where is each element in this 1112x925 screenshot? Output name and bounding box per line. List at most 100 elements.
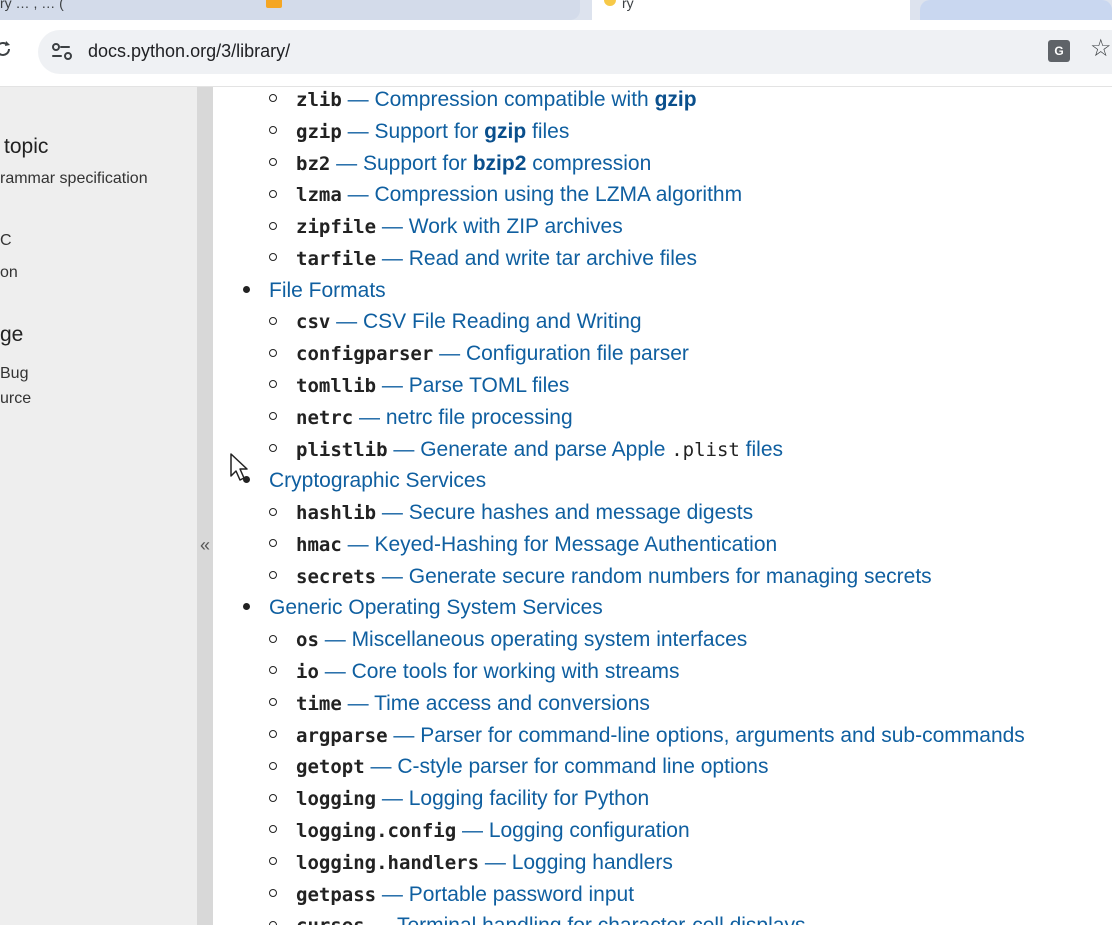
module-name[interactable]: os bbox=[296, 629, 319, 651]
toc-module-item[interactable]: secrets — Generate secure random numbers… bbox=[269, 562, 932, 592]
toc-category[interactable]: File Formats bbox=[243, 276, 386, 306]
module-name[interactable]: gzip bbox=[296, 121, 342, 143]
description-emphasis[interactable]: gzip bbox=[484, 120, 526, 143]
url-text[interactable]: docs.python.org/3/library/ bbox=[88, 41, 290, 62]
address-bar[interactable]: docs.python.org/3/library/ bbox=[38, 30, 1112, 74]
sidebar-link-grammar[interactable]: rammar specification bbox=[0, 170, 148, 188]
toc-module-item[interactable]: hashlib — Secure hashes and message dige… bbox=[269, 498, 753, 528]
module-name[interactable]: tarfile bbox=[296, 248, 376, 270]
module-name[interactable]: csv bbox=[296, 311, 330, 333]
site-info-icon[interactable] bbox=[52, 42, 72, 62]
module-description[interactable]: Logging configuration bbox=[489, 819, 690, 842]
toc-module-item[interactable]: gzip — Support for gzip files bbox=[269, 117, 569, 147]
module-description[interactable]: Parser for command-line options, argumen… bbox=[420, 724, 1025, 747]
module-name[interactable]: getpass bbox=[296, 884, 376, 906]
module-description[interactable]: Generate and parse Apple bbox=[420, 438, 671, 461]
toc-module-item[interactable]: tomllib — Parse TOML files bbox=[269, 371, 569, 401]
toc-module-item[interactable]: lzma — Compression using the LZMA algori… bbox=[269, 180, 742, 210]
sidebar-collapse-bar[interactable]: « bbox=[197, 87, 213, 925]
toc-module-item[interactable]: logging.config — Logging configuration bbox=[269, 816, 690, 846]
toc-module-item[interactable]: plistlib — Generate and parse Apple .pli… bbox=[269, 435, 783, 465]
module-description[interactable]: Miscellaneous operating system interface… bbox=[352, 628, 748, 651]
module-description[interactable]: Compression compatible with bbox=[374, 88, 654, 111]
category-link[interactable]: File Formats bbox=[269, 279, 386, 302]
module-description[interactable]: Support for bbox=[363, 152, 473, 175]
inline-code[interactable]: .plist bbox=[671, 439, 740, 461]
module-description[interactable]: C-style parser for command line options bbox=[397, 755, 768, 778]
toc-module-item[interactable]: time — Time access and conversions bbox=[269, 689, 650, 719]
star-icon[interactable]: ☆ bbox=[1090, 34, 1112, 64]
module-name[interactable]: argparse bbox=[296, 725, 388, 747]
toc-module-item[interactable]: bz2 — Support for bzip2 compression bbox=[269, 149, 651, 179]
toc-module-item[interactable]: getopt — C-style parser for command line… bbox=[269, 752, 768, 782]
toc-module-item[interactable]: netrc — netrc file processing bbox=[269, 403, 573, 433]
toc-category[interactable]: Generic Operating System Services bbox=[243, 593, 603, 623]
toc-module-item[interactable]: zipfile — Work with ZIP archives bbox=[269, 212, 623, 242]
module-description[interactable]: Core tools for working with streams bbox=[352, 660, 680, 683]
module-name[interactable]: netrc bbox=[296, 407, 353, 429]
module-description[interactable]: Keyed-Hashing for Message Authentication bbox=[374, 533, 777, 556]
module-name[interactable]: getopt bbox=[296, 756, 365, 778]
module-description[interactable]: Time access and conversions bbox=[374, 692, 650, 715]
module-description[interactable]: files bbox=[740, 438, 783, 461]
module-name[interactable]: secrets bbox=[296, 566, 376, 588]
toc-module-item[interactable]: tarfile — Read and write tar archive fil… bbox=[269, 244, 697, 274]
tab-1[interactable]: ry … , … ( bbox=[0, 0, 580, 20]
toc-module-item[interactable]: csv — CSV File Reading and Writing bbox=[269, 307, 642, 337]
module-name[interactable]: zipfile bbox=[296, 216, 376, 238]
module-name[interactable]: logging.handlers bbox=[296, 852, 479, 874]
sidebar-link-on[interactable]: on bbox=[0, 264, 18, 282]
module-description[interactable]: netrc file processing bbox=[386, 406, 573, 429]
module-name[interactable]: curses bbox=[296, 915, 365, 925]
module-name[interactable]: hmac bbox=[296, 534, 342, 556]
module-description[interactable]: CSV File Reading and Writing bbox=[363, 310, 642, 333]
module-description[interactable]: Logging handlers bbox=[512, 851, 673, 874]
module-name[interactable]: bz2 bbox=[296, 153, 330, 175]
module-description[interactable]: Work with ZIP archives bbox=[409, 215, 623, 238]
module-name[interactable]: lzma bbox=[296, 184, 342, 206]
toc-module-item[interactable]: argparse — Parser for command-line optio… bbox=[269, 721, 1025, 751]
module-name[interactable]: plistlib bbox=[296, 439, 388, 461]
toc-module-item[interactable]: io — Core tools for working with streams bbox=[269, 657, 680, 687]
module-description[interactable]: compression bbox=[526, 152, 651, 175]
module-name[interactable]: tomllib bbox=[296, 375, 376, 397]
module-description[interactable]: Parse TOML files bbox=[409, 374, 570, 397]
module-name[interactable]: zlib bbox=[296, 89, 342, 111]
description-emphasis[interactable]: bzip2 bbox=[473, 152, 527, 175]
module-description[interactable]: Configuration file parser bbox=[466, 342, 689, 365]
module-description[interactable]: Generate secure random numbers for manag… bbox=[409, 565, 932, 588]
module-description[interactable]: Secure hashes and message digests bbox=[409, 501, 753, 524]
reload-icon[interactable] bbox=[0, 40, 12, 58]
module-name[interactable]: hashlib bbox=[296, 502, 376, 524]
sidebar-link-report-bug[interactable]: Bug bbox=[0, 365, 28, 383]
sidebar-link-c[interactable]: C bbox=[0, 232, 12, 250]
toc-module-item[interactable]: logging — Logging facility for Python bbox=[269, 784, 649, 814]
toc-module-item[interactable]: curses — Terminal handling for character… bbox=[269, 911, 805, 925]
translate-icon[interactable]: G bbox=[1048, 40, 1070, 62]
toc-category[interactable]: Cryptographic Services bbox=[243, 466, 486, 496]
module-description[interactable]: Logging facility for Python bbox=[409, 787, 649, 810]
toc-module-item[interactable]: hmac — Keyed-Hashing for Message Authent… bbox=[269, 530, 777, 560]
module-description[interactable]: Portable password input bbox=[409, 883, 634, 906]
toc-module-item[interactable]: getpass — Portable password input bbox=[269, 880, 634, 910]
tab-active[interactable]: ry bbox=[592, 0, 910, 20]
module-description[interactable]: files bbox=[526, 120, 569, 143]
collapse-sidebar-icon[interactable]: « bbox=[197, 535, 213, 555]
toc-module-item[interactable]: logging.handlers — Logging handlers bbox=[269, 848, 673, 878]
toc-module-item[interactable]: configparser — Configuration file parser bbox=[269, 339, 689, 369]
module-name[interactable]: configparser bbox=[296, 343, 433, 365]
module-description[interactable]: Compression using the LZMA algorithm bbox=[374, 183, 742, 206]
description-emphasis[interactable]: gzip bbox=[655, 88, 697, 111]
tab-3[interactable] bbox=[920, 0, 1112, 20]
category-link[interactable]: Cryptographic Services bbox=[269, 469, 486, 492]
toc-module-item[interactable]: os — Miscellaneous operating system inte… bbox=[269, 625, 747, 655]
module-name[interactable]: time bbox=[296, 693, 342, 715]
module-description[interactable]: Support for bbox=[374, 120, 484, 143]
module-name[interactable]: logging bbox=[296, 788, 376, 810]
module-name[interactable]: logging.config bbox=[296, 820, 456, 842]
module-name[interactable]: io bbox=[296, 661, 319, 683]
sidebar-link-show-source[interactable]: urce bbox=[0, 390, 31, 408]
module-description[interactable]: Read and write tar archive files bbox=[409, 247, 697, 270]
toc-module-item[interactable]: zlib — Compression compatible with gzip bbox=[269, 87, 697, 115]
module-description[interactable]: Terminal handling for character-cell dis… bbox=[397, 914, 806, 925]
